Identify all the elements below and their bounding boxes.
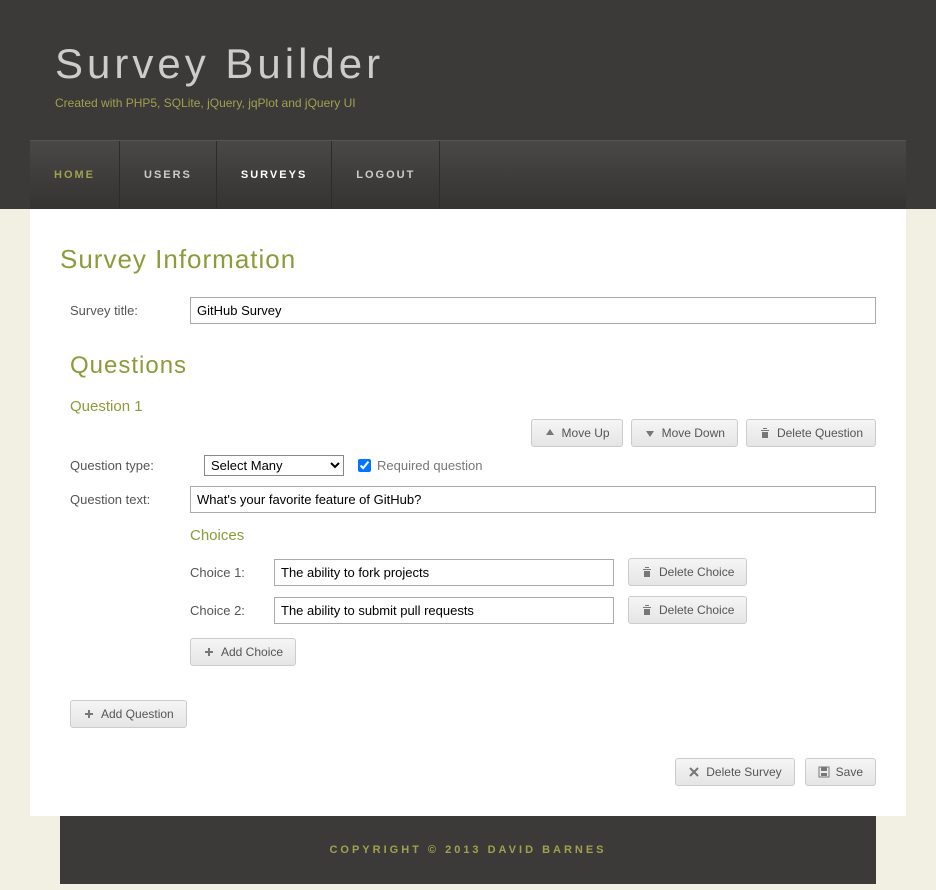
survey-title-row: Survey title:	[60, 297, 876, 324]
required-question-label: Required question	[377, 458, 483, 473]
choice-2-label: Choice 2:	[190, 603, 260, 618]
delete-choice-2-button[interactable]: Delete Choice	[628, 596, 747, 624]
delete-question-label: Delete Question	[777, 426, 863, 440]
choice-1-input[interactable]	[274, 559, 614, 586]
trash-icon	[759, 427, 771, 439]
survey-title-input[interactable]	[190, 297, 876, 324]
bottom-actions: Delete Survey Save	[60, 758, 876, 786]
plus-icon	[203, 646, 215, 658]
trash-icon	[641, 604, 653, 616]
questions-heading: Questions	[70, 352, 876, 380]
delete-choice-1-button[interactable]: Delete Choice	[628, 558, 747, 586]
arrow-down-icon	[644, 427, 656, 439]
choice-2-input[interactable]	[274, 597, 614, 624]
trash-icon	[641, 566, 653, 578]
required-question-wrap[interactable]: Required question	[358, 458, 483, 473]
delete-choice-label: Delete Choice	[659, 565, 734, 579]
nav-logout[interactable]: LOGOUT	[332, 141, 440, 209]
add-question-button[interactable]: Add Question	[70, 700, 187, 728]
nav-users[interactable]: USERS	[120, 141, 217, 209]
nav-surveys[interactable]: SURVEYS	[217, 141, 332, 209]
disk-icon	[818, 766, 830, 778]
question-type-select[interactable]: Select Many	[204, 455, 344, 476]
move-down-label: Move Down	[662, 426, 725, 440]
question-text-input[interactable]	[190, 486, 876, 513]
move-up-label: Move Up	[562, 426, 610, 440]
add-choice-label: Add Choice	[221, 645, 283, 659]
choice-row-1: Choice 1: Delete Choice	[190, 558, 876, 586]
delete-survey-label: Delete Survey	[706, 765, 781, 779]
question-type-row: Question type: Select Many Required ques…	[60, 455, 876, 476]
survey-info-heading: Survey Information	[60, 244, 876, 275]
survey-title-label: Survey title:	[70, 303, 190, 318]
question-toolbar: Move Up Move Down Delete Question	[60, 419, 876, 447]
question-type-label: Question type:	[70, 458, 190, 473]
app-tagline: Created with PHP5, SQLite, jQuery, jqPlo…	[55, 96, 936, 110]
footer-text: COPYRIGHT © 2013 DAVID BARNES	[60, 844, 876, 856]
app-title: Survey Builder	[55, 40, 936, 88]
choices-block: Choices Choice 1: Delete Choice Choice 2…	[60, 527, 876, 666]
question-text-label: Question text:	[70, 492, 190, 507]
move-up-button[interactable]: Move Up	[531, 419, 623, 447]
save-button[interactable]: Save	[805, 758, 876, 786]
move-down-button[interactable]: Move Down	[631, 419, 738, 447]
plus-icon	[83, 708, 95, 720]
add-choice-button[interactable]: Add Choice	[190, 638, 296, 666]
question-1-heading: Question 1	[70, 398, 876, 415]
add-question-label: Add Question	[101, 707, 174, 721]
delete-survey-button[interactable]: Delete Survey	[675, 758, 794, 786]
choices-heading: Choices	[190, 527, 876, 544]
required-question-checkbox[interactable]	[358, 459, 371, 472]
nav-home[interactable]: HOME	[30, 141, 120, 209]
delete-question-button[interactable]: Delete Question	[746, 419, 876, 447]
arrow-up-icon	[544, 427, 556, 439]
save-label: Save	[836, 765, 863, 779]
header: Survey Builder Created with PHP5, SQLite…	[0, 0, 936, 209]
question-text-row: Question text:	[60, 486, 876, 513]
main-nav: HOME USERS SURVEYS LOGOUT	[30, 140, 906, 209]
content-panel: Survey Information Survey title: Questio…	[30, 209, 906, 816]
choice-row-2: Choice 2: Delete Choice	[190, 596, 876, 624]
delete-choice-label: Delete Choice	[659, 603, 734, 617]
footer: COPYRIGHT © 2013 DAVID BARNES	[60, 816, 876, 884]
choice-1-label: Choice 1:	[190, 565, 260, 580]
close-icon	[688, 766, 700, 778]
